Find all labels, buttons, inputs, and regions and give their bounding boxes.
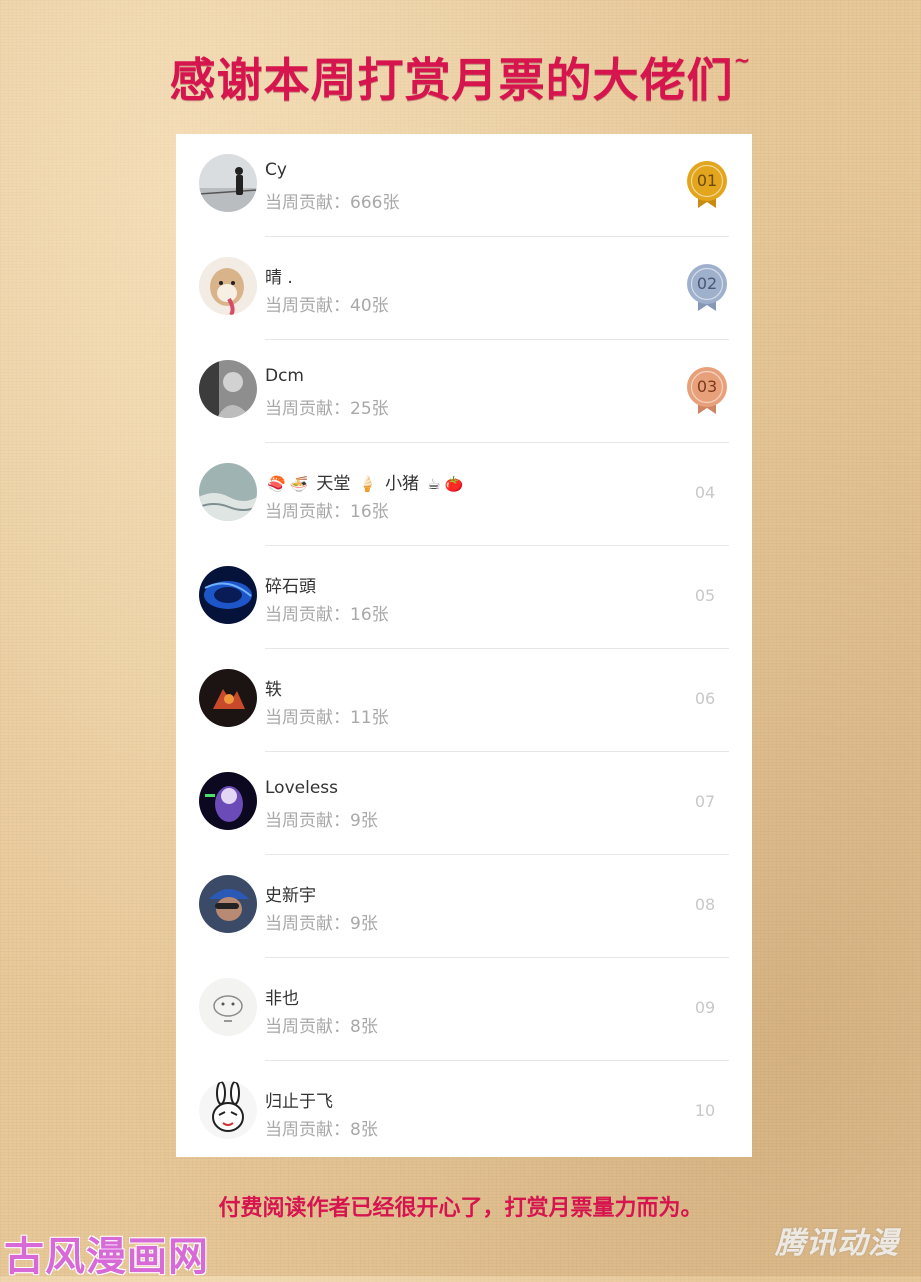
avatar[interactable] (199, 154, 257, 212)
list-item[interactable]: Dcm 当周贡献：25张 03 (176, 340, 752, 443)
contribution-unit: 张 (360, 914, 378, 934)
contribution-count: 16 (350, 502, 372, 522)
contribution-text: 当周贡献：11张 (265, 703, 389, 728)
rank-number: 06 (694, 689, 716, 708)
rank-number: 05 (694, 586, 716, 605)
user-name: Loveless (265, 778, 338, 798)
list-item[interactable]: 非也当周贡献：8张 09 (176, 958, 752, 1061)
contribution-unit: 张 (371, 605, 389, 625)
contribution-unit: 张 (371, 296, 389, 316)
user-name: Dcm (265, 366, 304, 386)
contribution-count: 8 (350, 1017, 361, 1037)
list-item[interactable]: 史新宇当周贡献：9张 08 (176, 855, 752, 958)
ranking-list: Cy 当周贡献：666张 01 晴 . 当周贡献：40张 02 Dcm 当周贡献：25张 03 🍣… (176, 134, 752, 1157)
avatar[interactable] (199, 463, 257, 521)
contribution-label: 当周贡献： (265, 914, 350, 934)
contribution-text: 当周贡献：40张 (265, 291, 389, 316)
user-name-part: ☕ (427, 475, 441, 493)
list-item[interactable]: Loveless 当周贡献：9张 07 (176, 752, 752, 855)
user-name: 归止于飞 (265, 1092, 333, 1112)
contribution-label: 当周贡献： (265, 296, 350, 316)
contribution-count: 666 (350, 193, 383, 213)
contribution-unit: 张 (382, 193, 400, 213)
list-item[interactable]: 轶当周贡献：11张 06 (176, 649, 752, 752)
contribution-count: 40 (350, 296, 372, 316)
contribution-unit: 张 (371, 502, 389, 522)
contribution-count: 16 (350, 605, 372, 625)
gold-medal-icon: 01 (686, 160, 728, 210)
user-name: 🍣 🍜 天堂 🍦 小猪 ☕ 🍅 (265, 469, 465, 494)
contribution-unit: 张 (371, 708, 389, 728)
user-name: 非也 (265, 989, 299, 1009)
contribution-text: 当周贡献：666张 (265, 188, 399, 213)
contribution-label: 当周贡献： (265, 502, 350, 522)
contribution-count: 8 (350, 1120, 361, 1140)
page-title: 感谢本周打赏月票的大佬们~ (0, 44, 921, 110)
contribution-label: 当周贡献： (265, 1120, 350, 1140)
contribution-unit: 张 (360, 1120, 378, 1140)
list-item[interactable]: 碎石頭当周贡献：16张 05 (176, 546, 752, 649)
list-item[interactable]: 归止于飞当周贡献：8张 10 (176, 1061, 752, 1164)
contribution-text: 当周贡献：25张 (265, 394, 389, 419)
contribution-count: 11 (350, 708, 372, 728)
avatar[interactable] (199, 978, 257, 1036)
rank-number: 07 (694, 792, 716, 811)
contribution-count: 25 (350, 399, 372, 419)
contribution-label: 当周贡献： (265, 1017, 350, 1037)
contribution-unit: 张 (360, 811, 378, 831)
avatar[interactable] (199, 772, 257, 830)
avatar[interactable] (199, 257, 257, 315)
contribution-unit: 张 (360, 1017, 378, 1037)
contribution-count: 9 (350, 914, 361, 934)
list-item[interactable]: Cy 当周贡献：666张 01 (176, 134, 752, 237)
contribution-count: 9 (350, 811, 361, 831)
contribution-text: 当周贡献：9张 (265, 806, 378, 831)
list-item[interactable]: 晴 . 当周贡献：40张 02 (176, 237, 752, 340)
rank-number: 04 (694, 483, 716, 502)
watermark-left: 古风漫画网 (4, 1234, 209, 1280)
contribution-text: 当周贡献：16张 (265, 600, 389, 625)
user-name-part: 小猪 (385, 474, 420, 494)
contribution-text: 当周贡献：8张 (265, 1115, 378, 1140)
avatar[interactable] (199, 360, 257, 418)
title-tilde: ~ (733, 48, 752, 72)
rank-number: 01 (696, 171, 718, 190)
rank-number: 10 (694, 1101, 716, 1120)
avatar[interactable] (199, 875, 257, 933)
contribution-label: 当周贡献： (265, 193, 350, 213)
rank-number: 08 (694, 895, 716, 914)
contribution-unit: 张 (371, 399, 389, 419)
user-name-part: 天堂 (316, 474, 351, 494)
contribution-label: 当周贡献： (265, 811, 350, 831)
avatar[interactable] (199, 669, 257, 727)
watermark-right: 腾讯动漫 (775, 1226, 899, 1261)
rank-number: 03 (696, 377, 718, 396)
user-name: Cy (265, 160, 287, 180)
silver-medal-icon: 02 (686, 263, 728, 313)
avatar[interactable] (199, 1081, 257, 1139)
user-name-part: 🍣 (267, 475, 286, 493)
user-name: 晴 . (265, 268, 293, 288)
page-title-text: 感谢本周打赏月票的大佬们 (169, 53, 734, 107)
rank-number: 09 (694, 998, 716, 1017)
user-name-part: 🍜 (289, 475, 309, 493)
rank-number: 02 (696, 274, 718, 293)
contribution-text: 当周贡献：9张 (265, 909, 378, 934)
user-name-part: 🍅 (444, 475, 464, 493)
contribution-label: 当周贡献： (265, 605, 350, 625)
list-item[interactable]: 🍣 🍜 天堂 🍦 小猪 ☕ 🍅 当周贡献：16张 04 (176, 443, 752, 546)
contribution-text: 当周贡献：8张 (265, 1012, 378, 1037)
user-name: 史新宇 (265, 886, 316, 906)
contribution-label: 当周贡献： (265, 708, 350, 728)
user-name: 轶 (265, 680, 282, 700)
user-name-part: 🍦 (358, 475, 378, 493)
bronze-medal-icon: 03 (686, 366, 728, 416)
contribution-label: 当周贡献： (265, 399, 350, 419)
avatar[interactable] (199, 566, 257, 624)
contribution-text: 当周贡献：16张 (265, 497, 389, 522)
user-name: 碎石頭 (265, 577, 316, 597)
